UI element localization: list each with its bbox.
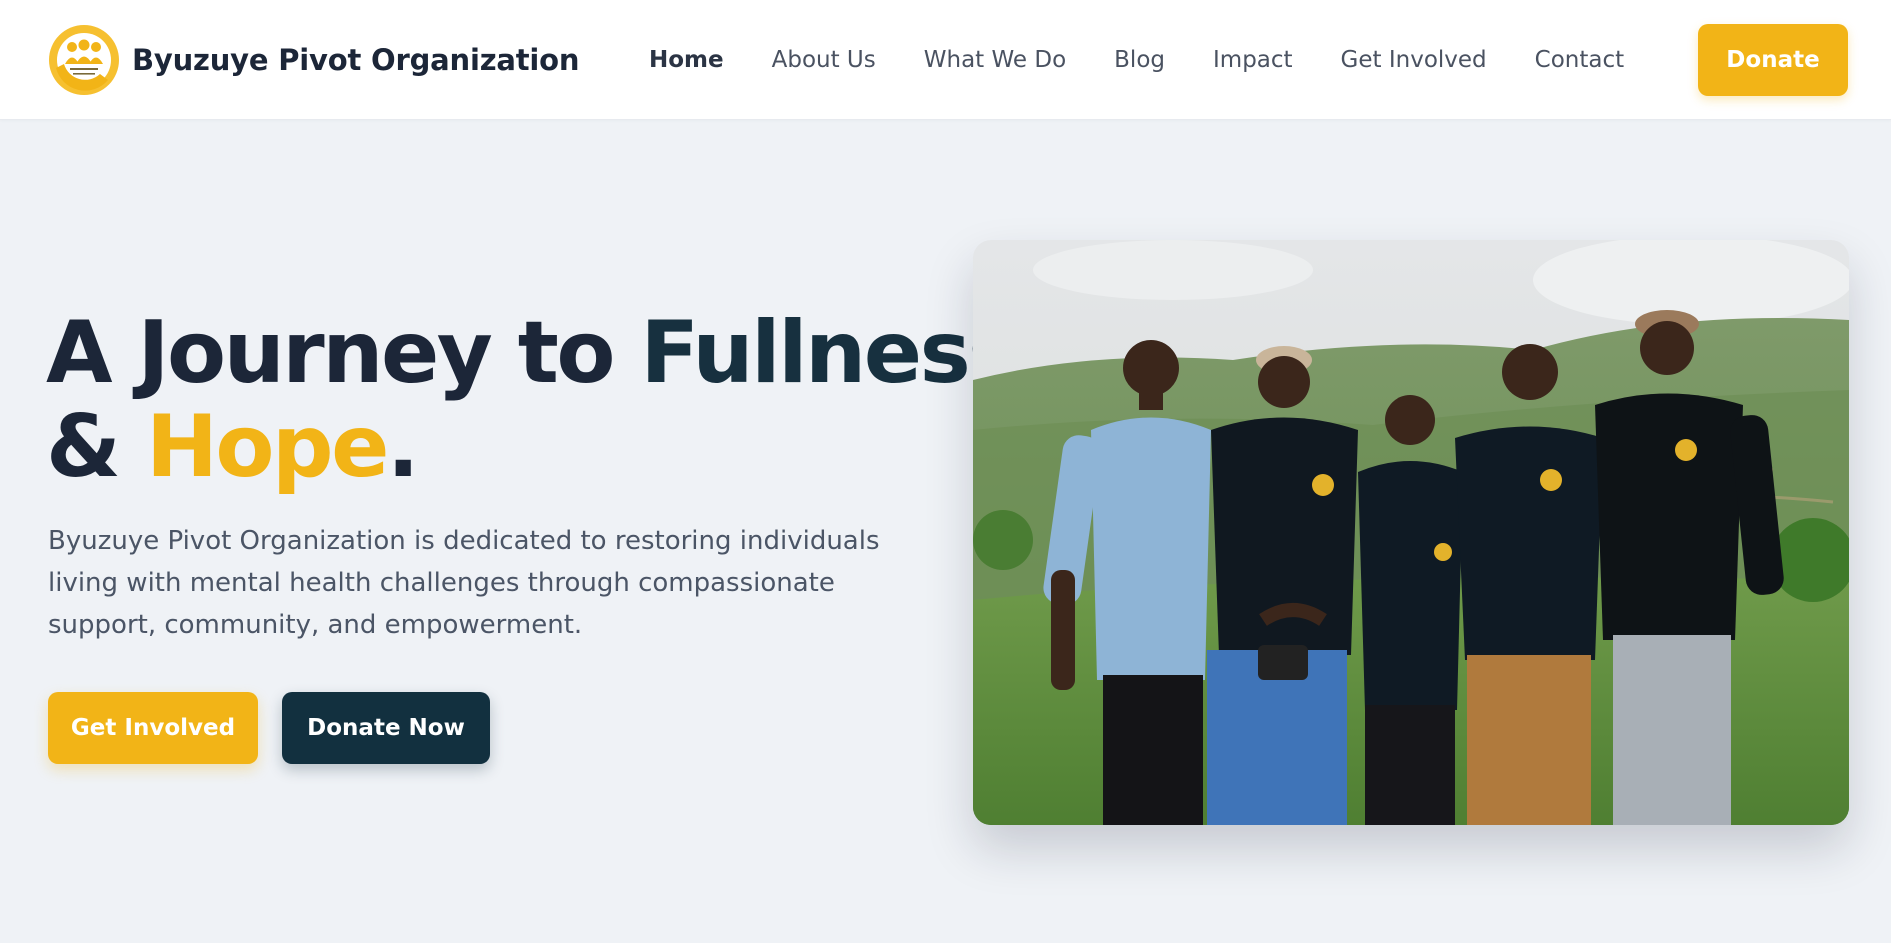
nav-about-us[interactable]: About Us [772,47,876,73]
nav-home[interactable]: Home [649,47,724,73]
hero-title-highlight: Hope [145,397,389,497]
hero-description: Byuzuye Pivot Organization is dedicated … [48,526,880,640]
nav-what-we-do[interactable]: What We Do [924,47,1066,73]
get-involved-button[interactable]: Get Involved [48,692,258,764]
nav-blog[interactable]: Blog [1114,47,1165,73]
nav-get-involved[interactable]: Get Involved [1341,47,1487,73]
hero-title-part2: Fullness [640,303,1019,403]
donate-button[interactable]: Donate [1698,24,1848,96]
brand-name[interactable]: Byuzuye Pivot Organization [132,43,580,77]
hero-title: A Journey to Fullness & Hope. [46,303,1019,497]
brand[interactable]: Byuzuye Pivot Organization [48,23,580,97]
logo-icon[interactable] [48,24,120,96]
nav-contact[interactable]: Contact [1535,47,1624,73]
site-header: Byuzuye Pivot Organization Home About Us… [0,0,1891,120]
main-nav: Home About Us What We Do Blog Impact Get… [649,0,1672,120]
hero-title-part3: & [46,397,146,497]
group-photo-image [973,240,1849,825]
hero-title-part1: A Journey to [46,303,641,403]
donate-now-button[interactable]: Donate Now [282,692,490,764]
nav-impact[interactable]: Impact [1213,47,1293,73]
hero-title-period: . [386,397,420,497]
